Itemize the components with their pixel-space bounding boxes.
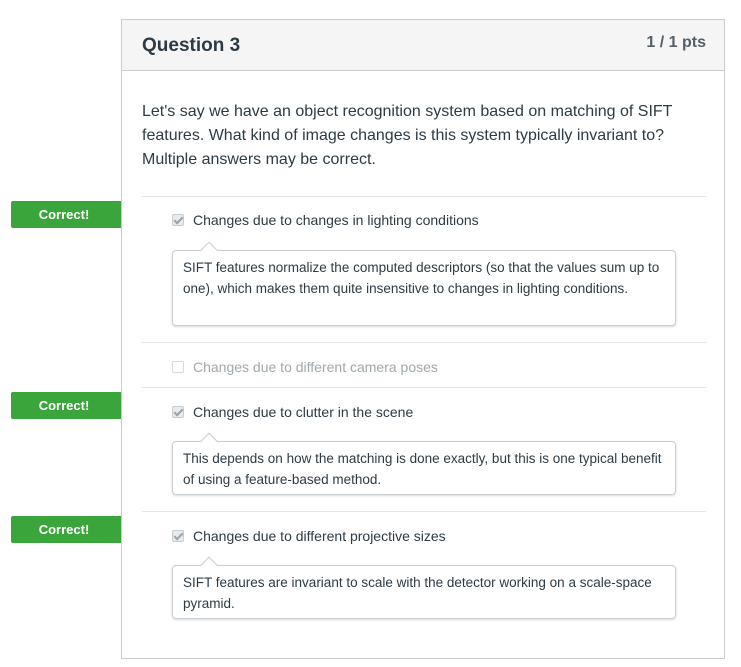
correct-badge-1: Correct!	[11, 201, 135, 228]
divider	[142, 342, 706, 343]
answer-label: Changes due to clutter in the scene	[193, 404, 414, 420]
answer-comment: SIFT features normalize the computed des…	[172, 250, 676, 326]
correct-badge-label: Correct!	[38, 398, 90, 413]
divider	[142, 196, 706, 197]
answer-option-1[interactable]: Changes due to changes in lighting condi…	[172, 210, 479, 230]
correct-badge-3: Correct!	[11, 392, 135, 419]
question-points: 1 / 1 pts	[646, 34, 706, 51]
answer-option-3[interactable]: Changes due to clutter in the scene	[172, 402, 413, 422]
answer-label: Changes due to changes in lighting condi…	[193, 212, 479, 228]
question-card: Question 3 1 / 1 pts Let's say we have a…	[121, 19, 725, 659]
question-text: Let's say we have an object recognition …	[142, 103, 673, 168]
checkbox-unchecked[interactable]	[172, 361, 184, 373]
answer-label: Changes due to different camera poses	[193, 359, 438, 375]
answer-option-4[interactable]: Changes due to different projective size…	[172, 526, 446, 546]
divider	[142, 511, 706, 512]
correct-badge-4: Correct!	[11, 516, 135, 543]
divider	[142, 387, 706, 388]
correct-badge-label: Correct!	[38, 522, 90, 537]
question-title: Question 3	[142, 35, 241, 56]
correct-badge-label: Correct!	[38, 207, 90, 222]
answer-comment: This depends on how the matching is done…	[172, 441, 676, 495]
checkbox-checked[interactable]	[172, 214, 184, 226]
question-header: Question 3 1 / 1 pts	[122, 20, 724, 71]
answer-comment: SIFT features are invariant to scale wit…	[172, 565, 676, 619]
answer-option-2[interactable]: Changes due to different camera poses	[172, 357, 438, 377]
checkbox-checked[interactable]	[172, 406, 184, 418]
checkbox-checked[interactable]	[172, 530, 184, 542]
answer-label: Changes due to different projective size…	[193, 528, 446, 544]
